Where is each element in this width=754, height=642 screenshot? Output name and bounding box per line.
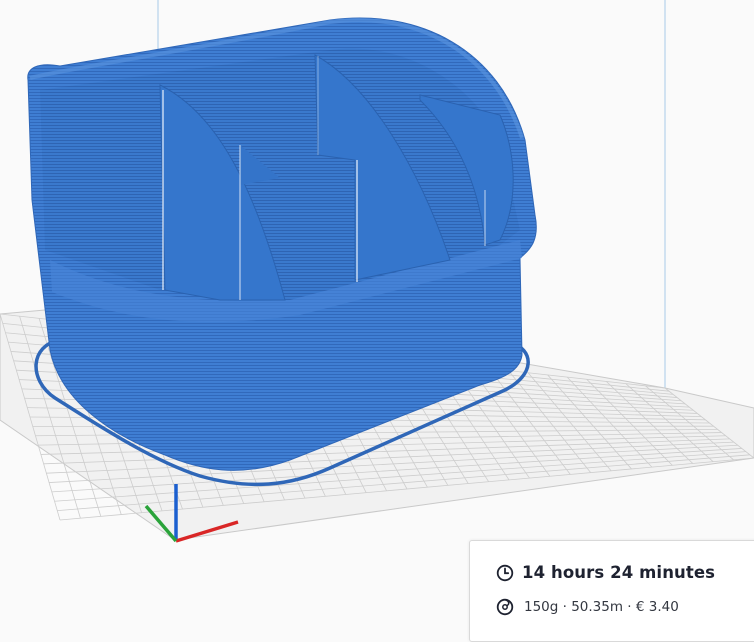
print-info-panel[interactable]: 14 hours 24 minutes 150g · 50.35m · € 3.…: [469, 540, 754, 642]
print-time-row: 14 hours 24 minutes: [496, 563, 715, 582]
3d-viewport[interactable]: [0, 0, 754, 625]
material-summary-label: 150g · 50.35m · € 3.40: [524, 599, 679, 615]
print-time-label: 14 hours 24 minutes: [522, 563, 715, 582]
clock-icon: [496, 564, 514, 582]
spool-icon: [496, 598, 514, 616]
material-row: 150g · 50.35m · € 3.40: [496, 598, 679, 616]
